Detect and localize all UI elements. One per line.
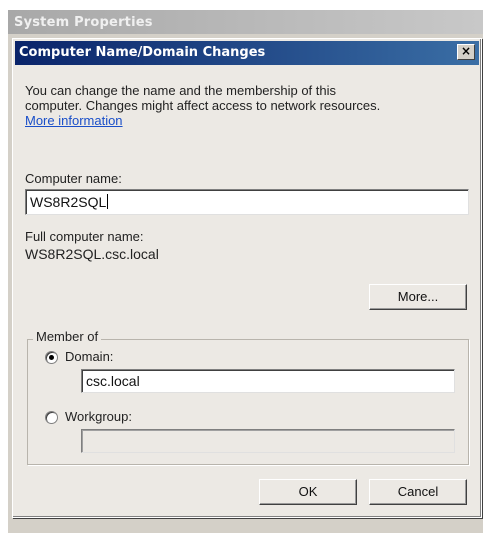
computer-name-value: WS8R2SQL	[30, 194, 107, 210]
more-button[interactable]: More...	[369, 284, 467, 310]
close-icon: ×	[460, 44, 472, 58]
computer-name-label: Computer name:	[25, 171, 122, 186]
member-of-legend: Member of	[33, 329, 102, 344]
close-button[interactable]: ×	[457, 44, 475, 60]
cancel-button[interactable]: Cancel	[369, 479, 467, 505]
dialog-titlebar[interactable]: Computer Name/Domain Changes ×	[15, 41, 479, 65]
more-information-link[interactable]: More information	[25, 113, 470, 128]
system-properties-titlebar: System Properties	[8, 10, 483, 34]
computer-name-dialog: Computer Name/Domain Changes × You can c…	[12, 38, 482, 518]
dialog-title: Computer Name/Domain Changes	[19, 45, 266, 60]
workgroup-radio[interactable]	[45, 411, 58, 424]
text-caret	[107, 194, 109, 209]
ok-button[interactable]: OK	[259, 479, 357, 505]
workgroup-label: Workgroup:	[65, 409, 132, 424]
radio-selected-dot	[49, 355, 54, 360]
full-computer-name-label: Full computer name:	[25, 229, 144, 244]
domain-label: Domain:	[65, 349, 114, 364]
domain-input[interactable]: csc.local	[81, 369, 455, 393]
description-line-2: computer. Changes might affect access to…	[25, 98, 381, 113]
description-text: You can change the name and the membersh…	[25, 83, 470, 128]
description-line-1: You can change the name and the membersh…	[25, 83, 337, 98]
domain-radio[interactable]	[45, 351, 58, 364]
workgroup-input[interactable]	[81, 429, 455, 453]
full-computer-name-value: WS8R2SQL.csc.local	[25, 246, 159, 262]
computer-name-input[interactable]: WS8R2SQL	[25, 189, 469, 215]
